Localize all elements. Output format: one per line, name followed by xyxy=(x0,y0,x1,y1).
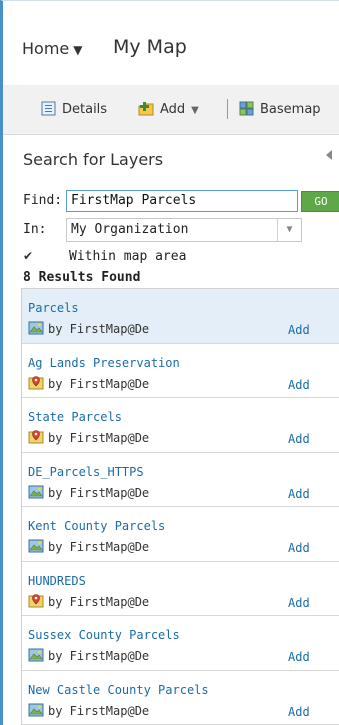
result-owner: by FirstMap@De xyxy=(48,431,150,445)
result-name[interactable]: New Castle County Parcels xyxy=(28,683,209,697)
basemap-button[interactable]: Basemap xyxy=(239,101,321,120)
home-menu[interactable]: Home ▼ xyxy=(22,39,82,58)
result-owner: by FirstMap@De xyxy=(48,322,150,336)
add-result-link[interactable]: Add xyxy=(288,541,310,555)
result-name[interactable]: Kent County Parcels xyxy=(28,519,165,533)
feature-layer-icon xyxy=(28,375,44,391)
header: Home ▼ My Map xyxy=(3,1,339,91)
within-map-label: Within map area xyxy=(69,249,187,264)
result-name[interactable]: State Parcels xyxy=(28,410,122,424)
basemap-icon xyxy=(239,101,254,120)
toolbar: Details Add ▼ Basemap xyxy=(3,85,339,135)
map-image-icon xyxy=(28,647,44,663)
chevron-down-icon: ▼ xyxy=(191,105,199,116)
list-item[interactable]: Sussex County Parcels by FirstMap@De Add xyxy=(22,616,339,671)
dropdown-arrow-icon[interactable]: ▼ xyxy=(277,219,301,241)
map-image-icon xyxy=(28,320,44,336)
basemap-label: Basemap xyxy=(260,102,321,117)
results-list: Parcels by FirstMap@De Add Ag Lands Pres… xyxy=(21,288,339,725)
add-layer-icon xyxy=(138,101,154,120)
add-button[interactable]: Add ▼ xyxy=(138,101,199,120)
result-name[interactable]: Parcels xyxy=(28,301,79,315)
app-frame: Home ▼ My Map Details Add ▼ Basemap Search… xyxy=(0,0,339,725)
add-result-link[interactable]: Add xyxy=(288,650,310,664)
search-layers-panel: Search for Layers Find: FirstMap Parcels… xyxy=(3,136,339,725)
result-owner: by FirstMap@De xyxy=(48,540,150,554)
map-title: My Map xyxy=(113,36,187,58)
go-button[interactable]: GO xyxy=(301,191,339,212)
result-owner: by FirstMap@De xyxy=(48,594,150,609)
result-owner: by FirstMap@De xyxy=(48,703,150,718)
feature-layer-icon xyxy=(28,593,44,609)
list-item[interactable]: Ag Lands Preservation by FirstMap@De Add xyxy=(22,343,339,398)
add-result-link[interactable]: Add xyxy=(288,487,310,501)
feature-layer-icon xyxy=(28,429,44,445)
list-item[interactable]: Kent County Parcels by FirstMap@De Add xyxy=(22,507,339,562)
add-result-link[interactable]: Add xyxy=(288,323,310,337)
result-name[interactable]: Sussex County Parcels xyxy=(28,628,180,642)
map-image-icon xyxy=(28,484,44,500)
add-label: Add xyxy=(160,102,186,117)
caret-down-icon: ▼ xyxy=(73,43,83,57)
result-name[interactable]: HUNDREDS xyxy=(28,574,86,588)
in-label: In: xyxy=(23,222,47,237)
map-image-icon xyxy=(28,538,44,554)
search-input[interactable]: FirstMap Parcels xyxy=(66,190,298,212)
details-button[interactable]: Details xyxy=(41,101,107,120)
list-item[interactable]: HUNDREDS by FirstMap@De Add xyxy=(22,561,339,616)
list-item[interactable]: New Castle County Parcels by FirstMap@De… xyxy=(22,670,339,725)
result-owner: by FirstMap@De xyxy=(48,376,150,391)
add-result-link[interactable]: Add xyxy=(288,378,310,392)
within-map-checkbox[interactable]: ✔ xyxy=(23,250,37,264)
map-image-icon xyxy=(28,702,44,718)
scope-value: My Organization xyxy=(71,222,189,237)
result-owner: by FirstMap@De xyxy=(48,485,150,500)
result-name[interactable]: Ag Lands Preservation xyxy=(28,356,180,370)
details-icon xyxy=(41,101,56,120)
list-item[interactable]: Parcels by FirstMap@De Add xyxy=(22,289,339,344)
toolbar-divider xyxy=(227,99,228,119)
add-result-link[interactable]: Add xyxy=(288,705,310,719)
results-count: 8 Results Found xyxy=(23,270,141,285)
panel-title: Search for Layers xyxy=(23,150,164,169)
list-item[interactable]: State Parcels by FirstMap@De Add xyxy=(22,398,339,453)
list-item[interactable]: DE_Parcels_HTTPS by FirstMap@De Add xyxy=(22,452,339,507)
details-label: Details xyxy=(62,102,108,117)
result-name[interactable]: DE_Parcels_HTTPS xyxy=(28,465,144,479)
result-owner: by FirstMap@De xyxy=(48,649,150,663)
scope-select[interactable]: My Organization ▼ xyxy=(66,218,302,242)
add-result-link[interactable]: Add xyxy=(288,432,310,446)
home-label: Home xyxy=(22,39,70,58)
add-result-link[interactable]: Add xyxy=(288,596,310,610)
find-label: Find: xyxy=(23,193,63,208)
collapse-panel-icon[interactable] xyxy=(326,150,332,160)
